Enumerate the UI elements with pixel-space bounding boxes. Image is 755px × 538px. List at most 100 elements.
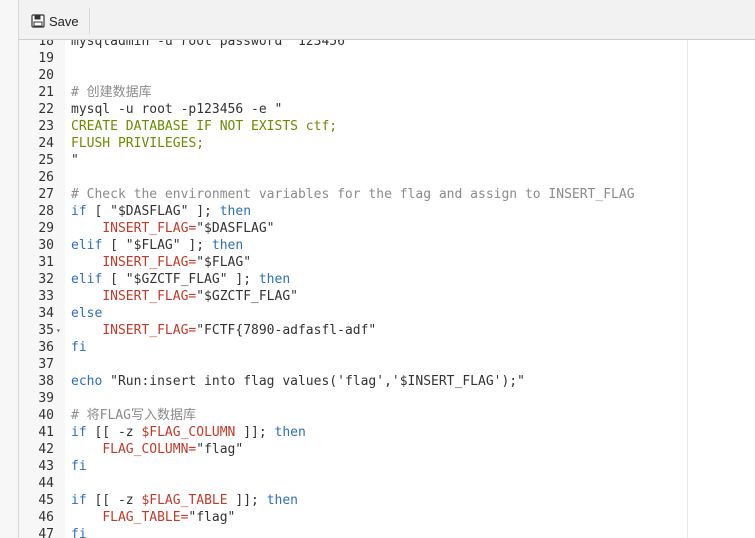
- line-code: fi: [71, 458, 87, 475]
- code-token: [ "$DASFLAG" ];: [86, 204, 220, 219]
- code-line[interactable]: 35 ▾ INSERT_FLAG="FCTF{7890-adfasfl-adf": [19, 322, 755, 339]
- code-token: [[ -z: [86, 425, 142, 440]
- fold-arrow-icon[interactable]: ▾: [56, 322, 61, 339]
- code-line[interactable]: 27 # Check the environment variables for …: [19, 186, 755, 203]
- code-line[interactable]: 20: [19, 67, 755, 84]
- code-token: fi: [71, 527, 87, 538]
- code-token: then: [211, 238, 244, 253]
- code-line[interactable]: 39: [19, 390, 755, 407]
- code-token: else: [71, 306, 103, 321]
- line-number: 36: [38, 340, 54, 355]
- line-number: 24: [38, 136, 54, 151]
- line-number: 19: [38, 51, 54, 66]
- line-code: CREATE DATABASE IF NOT EXISTS ctf;: [71, 118, 337, 135]
- code-token: INSERT_FLAG=: [102, 221, 197, 236]
- code-line[interactable]: 45 if [[ -z $FLAG_TABLE ]]; then: [19, 492, 755, 509]
- code-line[interactable]: 33 INSERT_FLAG="$GZCTF_FLAG": [19, 288, 755, 305]
- line-code: FLAG_TABLE="flag": [71, 509, 235, 526]
- code-line[interactable]: 23 CREATE DATABASE IF NOT EXISTS ctf;: [19, 118, 755, 135]
- code-token: "FCTF{7890-adfasfl-adf": [196, 323, 377, 338]
- code-line[interactable]: 46 FLAG_TABLE="flag": [19, 509, 755, 526]
- line-number: 40: [38, 408, 54, 423]
- line-number: 23: [38, 119, 54, 134]
- left-panel-edge: [0, 0, 19, 538]
- line-code: echo "Run:insert into flag values('flag'…: [71, 373, 525, 390]
- code-token: if: [71, 204, 87, 219]
- code-token: $FLAG_COLUMN: [141, 425, 236, 440]
- line-code: FLUSH PRIVILEGES;: [71, 135, 204, 152]
- line-code: # Check the environment variables for th…: [71, 186, 635, 203]
- code-token: ]];: [227, 493, 267, 508]
- line-number: 25: [38, 153, 54, 168]
- code-line[interactable]: 34 else: [19, 305, 755, 322]
- code-editor[interactable]: 18 mysqladmin -u root password "123456" 19…: [19, 40, 755, 538]
- code-line[interactable]: 42 FLAG_COLUMN="flag": [19, 441, 755, 458]
- code-line[interactable]: 36 fi: [19, 339, 755, 356]
- line-code: if [[ -z $FLAG_TABLE ]]; then: [71, 492, 298, 509]
- code-line[interactable]: 38 echo "Run:insert into flag values('fla…: [19, 373, 755, 390]
- code-token: echo: [71, 374, 103, 389]
- line-number: 20: [38, 68, 54, 83]
- code-line[interactable]: 30 elif [ "$FLAG" ]; then: [19, 237, 755, 254]
- code-line[interactable]: 22 mysql -u root -p123456 -e ": [19, 101, 755, 118]
- line-code: if [[ -z $FLAG_COLUMN ]]; then: [71, 424, 306, 441]
- line-code: elif [ "$GZCTF_FLAG" ]; then: [71, 271, 290, 288]
- code-token: [ "$FLAG" ];: [102, 238, 212, 253]
- line-code: mysql -u root -p123456 -e ": [71, 101, 282, 118]
- line-code: ": [71, 152, 79, 169]
- line-number: 42: [38, 442, 54, 457]
- line-number: 29: [38, 221, 54, 236]
- code-line[interactable]: 24 FLUSH PRIVILEGES;: [19, 135, 755, 152]
- code-token: [[ -z: [86, 493, 142, 508]
- line-code: elif [ "$FLAG" ]; then: [71, 237, 243, 254]
- line-number: 37: [38, 357, 54, 372]
- code-token: CREATE DATABASE IF NOT EXISTS ctf;: [71, 119, 338, 134]
- line-code: mysqladmin -u root password "123456": [71, 40, 353, 50]
- code-line[interactable]: 31 INSERT_FLAG="$FLAG": [19, 254, 755, 271]
- line-number: 18: [38, 40, 54, 49]
- code-token: [ "$GZCTF_FLAG" ];: [102, 272, 259, 287]
- code-line[interactable]: 28 if [ "$DASFLAG" ]; then: [19, 203, 755, 220]
- code-token: then: [258, 272, 291, 287]
- code-line[interactable]: 21 # 创建数据库: [19, 84, 755, 101]
- code-token: "$FLAG": [196, 255, 252, 270]
- code-token: "$DASFLAG": [196, 221, 275, 236]
- code-token: then: [219, 204, 252, 219]
- line-number: 34: [38, 306, 54, 321]
- save-button[interactable]: Save: [25, 8, 90, 34]
- code-token: "$GZCTF_FLAG": [196, 289, 298, 304]
- code-line[interactable]: 40 # 将FLAG写入数据库: [19, 407, 755, 424]
- code-token: "Run:insert into flag values('flag','$IN…: [102, 374, 525, 389]
- line-number: 21: [38, 85, 54, 100]
- code-line[interactable]: 37: [19, 356, 755, 373]
- code-line[interactable]: 18 mysqladmin -u root password "123456": [19, 40, 755, 50]
- code-line[interactable]: 26: [19, 169, 755, 186]
- code-line[interactable]: 44: [19, 475, 755, 492]
- code-line[interactable]: 25 ": [19, 152, 755, 169]
- code-token: # Check the environment variables for th…: [71, 187, 635, 202]
- code-token: mysql -u root -p123456 -e ": [71, 102, 283, 117]
- line-code: INSERT_FLAG="$DASFLAG": [71, 220, 275, 237]
- line-code: # 创建数据库: [71, 84, 152, 101]
- line-code: fi: [71, 339, 87, 356]
- line-number: 43: [38, 459, 54, 474]
- code-token: if: [71, 493, 87, 508]
- code-token: fi: [71, 459, 87, 474]
- code-token: FLAG_COLUMN=: [102, 442, 197, 457]
- line-number: 38: [38, 374, 54, 389]
- floppy-disk-icon: [31, 14, 45, 28]
- code-line[interactable]: 29 INSERT_FLAG="$DASFLAG": [19, 220, 755, 237]
- code-line[interactable]: 47 fi: [19, 526, 755, 538]
- code-line[interactable]: 43 fi: [19, 458, 755, 475]
- line-number: 41: [38, 425, 54, 440]
- code-line[interactable]: 32 elif [ "$GZCTF_FLAG" ]; then: [19, 271, 755, 288]
- code-token: ": [71, 153, 79, 168]
- code-line[interactable]: 19: [19, 50, 755, 67]
- code-lines: 18 mysqladmin -u root password "123456" 19…: [19, 40, 755, 538]
- line-number: 22: [38, 102, 54, 117]
- code-line[interactable]: 41 if [[ -z $FLAG_COLUMN ]]; then: [19, 424, 755, 441]
